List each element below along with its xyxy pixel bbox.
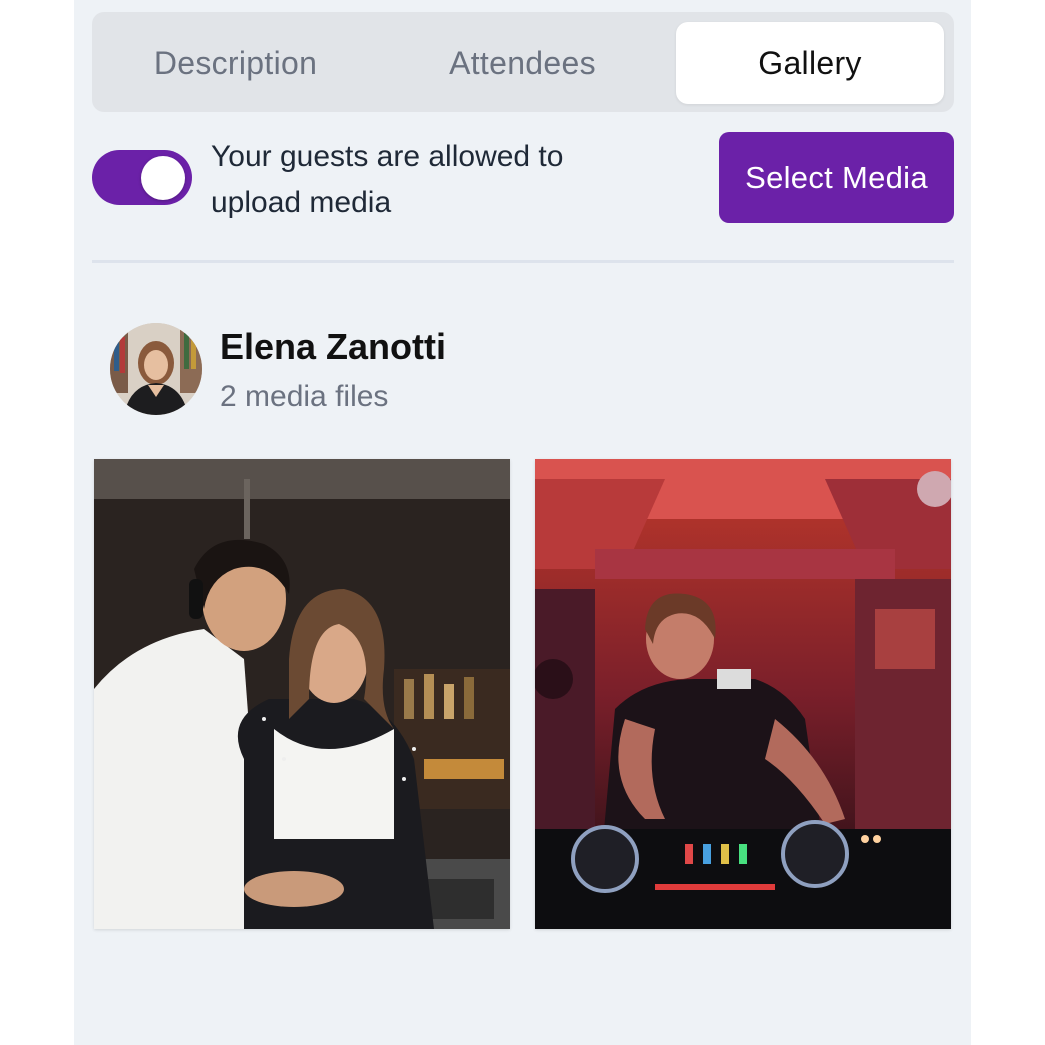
divider: [92, 260, 954, 263]
tab-attendees[interactable]: Attendees: [379, 22, 666, 104]
uploader-name: Elena Zanotti: [220, 326, 447, 367]
media-thumbnail-1[interactable]: [94, 459, 510, 929]
avatar: [110, 323, 202, 415]
toggle-knob: [141, 156, 185, 200]
photo-dj-couple-icon: [94, 459, 510, 929]
upload-permission-label: Your guests are allowed to upload media: [211, 140, 564, 219]
tab-gallery[interactable]: Gallery: [676, 22, 944, 104]
media-count: 2 media files: [220, 380, 389, 413]
tab-bar: Description Attendees Gallery: [92, 12, 954, 112]
select-media-button[interactable]: Select Media: [719, 132, 954, 223]
media-thumbnail-2[interactable]: [535, 459, 951, 929]
tab-description[interactable]: Description: [92, 22, 379, 104]
photo-dj-red-room-icon: [535, 459, 951, 929]
gallery-panel: Description Attendees Gallery Your guest…: [74, 0, 971, 1045]
upload-permission-toggle[interactable]: [92, 150, 192, 205]
